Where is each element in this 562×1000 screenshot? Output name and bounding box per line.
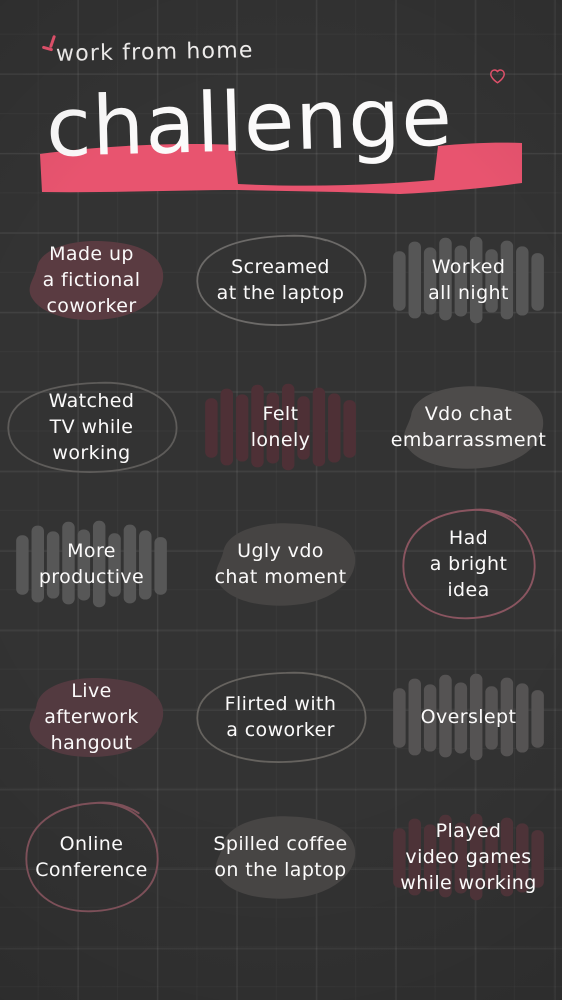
bingo-cell-label: Felt lonely [250, 403, 311, 451]
bingo-cell-label: Screamed at the laptop [216, 256, 345, 304]
bingo-cell-label: Made up a fictional coworker [42, 243, 141, 317]
bingo-cell-had-a-bright-idea[interactable]: Had a bright idea [375, 504, 562, 624]
bingo-cell-label: Worked all night [428, 256, 509, 304]
bingo-cell-inner: Had a bright idea [375, 508, 562, 620]
bingo-cell-label: Online Conference [35, 832, 148, 881]
bingo-cell-inner: Vdo chat embarrassment [375, 386, 562, 469]
bingo-cell-inner: Online Conference [0, 801, 185, 912]
bingo-cell-spilled-coffee-on-the-laptop[interactable]: Spilled coffee on the laptop [187, 794, 374, 919]
bingo-cell-inner: Felt lonely [187, 383, 374, 471]
bingo-cell-label: Watched TV while working [48, 390, 135, 464]
bingo-cell-online-conference[interactable]: Online Conference [0, 794, 185, 919]
bingo-cell-label: Overslept [420, 706, 517, 728]
bingo-cell-inner: Played video games while working [375, 813, 562, 900]
bingo-cell-made-up-a-fictional-coworker[interactable]: Made up a fictional coworker [0, 220, 185, 340]
page-title: challenge [44, 69, 455, 176]
bingo-cell-label: Flirted with a coworker [224, 693, 337, 741]
bingo-cell-inner: Made up a fictional coworker [0, 240, 185, 320]
bingo-grid: Made up a fictional coworker Screamed at … [0, 212, 562, 1000]
bingo-cell-inner: Worked all night [375, 236, 562, 324]
bingo-cell-inner: Spilled coffee on the laptop [187, 815, 374, 899]
bingo-cell-label: Played video games while working [400, 819, 537, 894]
poster-header: work from home challenge [0, 0, 562, 215]
bingo-cell-inner: Ugly vdo chat moment [187, 523, 374, 606]
bingo-cell-inner: Overslept [375, 673, 562, 761]
bingo-cell-live-afterwork-hangout[interactable]: Live afterwork hangout [0, 652, 185, 782]
bingo-cell-label: Had a bright idea [429, 527, 508, 601]
bingo-cell-inner: Watched TV while working [0, 381, 185, 473]
bingo-cell-watched-tv-while-working[interactable]: Watched TV while working [0, 362, 185, 492]
bingo-cell-label: Spilled coffee on the laptop [213, 832, 348, 881]
bingo-cell-inner: Flirted with a coworker [187, 671, 374, 763]
bingo-cell-overslept[interactable]: Overslept [375, 652, 562, 782]
bingo-cell-inner: More productive [0, 520, 185, 608]
poster-canvas: work from home challenge Made up a ficti… [0, 0, 562, 1000]
bingo-cell-worked-all-night[interactable]: Worked all night [375, 220, 562, 340]
bingo-cell-label: Ugly vdo chat moment [214, 540, 347, 588]
bingo-cell-label: Vdo chat embarrassment [390, 403, 547, 451]
bingo-cell-vdo-chat-embarrassment[interactable]: Vdo chat embarrassment [375, 362, 562, 492]
bingo-cell-flirted-with-a-coworker[interactable]: Flirted with a coworker [187, 652, 374, 782]
bingo-cell-played-video-games-while-working[interactable]: Played video games while working [375, 794, 562, 919]
bingo-cell-more-productive[interactable]: More productive [0, 504, 185, 624]
kicker-text: work from home [55, 38, 254, 67]
bingo-cell-felt-lonely[interactable]: Felt lonely [187, 362, 374, 492]
bingo-cell-inner: Screamed at the laptop [187, 234, 374, 326]
bingo-cell-label: More productive [38, 540, 145, 588]
bingo-cell-inner: Live afterwork hangout [0, 677, 185, 757]
bingo-cell-label: Live afterwork hangout [44, 680, 139, 754]
bingo-cell-screamed-at-the-laptop[interactable]: Screamed at the laptop [187, 220, 374, 340]
bingo-cell-ugly-vdo-chat-moment[interactable]: Ugly vdo chat moment [187, 504, 374, 624]
